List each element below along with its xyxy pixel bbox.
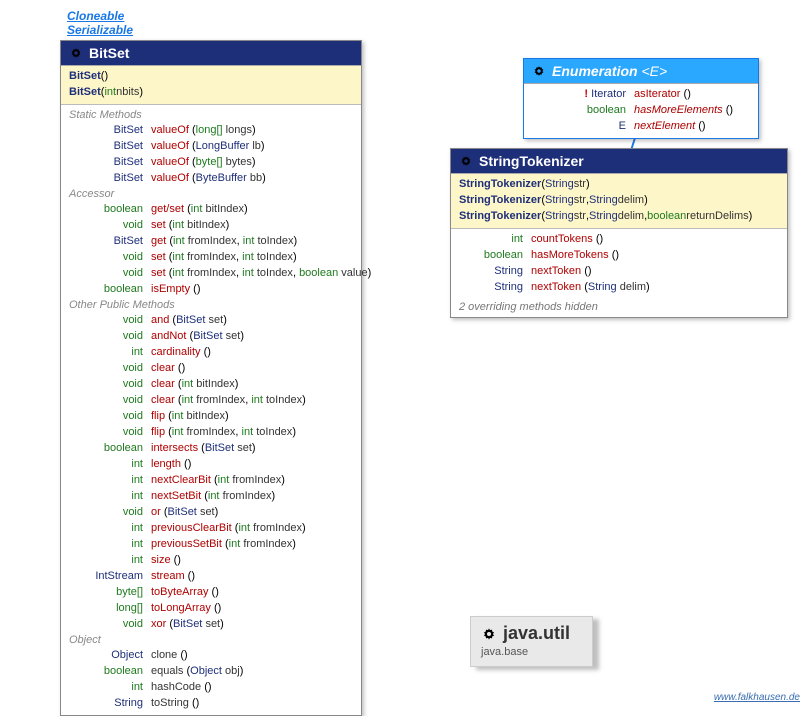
gear-icon [532,64,546,78]
method-row: int nextClearBit (int fromIndex) [61,472,361,488]
link-cloneable[interactable]: Cloneable [67,9,124,23]
constructor-row: StringTokenizer (String str, String deli… [459,192,779,208]
method-row: BitSet get (int fromIndex, int toIndex) [61,233,361,249]
class-header-tokenizer: StringTokenizer [451,149,787,174]
constructors-section: BitSet ()BitSet (int nbits) [61,66,361,105]
methods-section: Static Methods BitSet valueOf (long[] lo… [61,105,361,715]
section-accessor-label: Accessor [61,186,361,201]
method-row: BitSet valueOf (byte[] bytes) [61,154,361,170]
section-object-label: Object [61,632,361,647]
package-box: java.util java.base [470,616,593,667]
interface-title: Enumeration <E> [552,63,667,79]
section-other-label: Other Public Methods [61,297,361,312]
class-stringtokenizer: StringTokenizer StringTokenizer (String … [450,148,788,318]
method-row: void flip (int fromIndex, int toIndex) [61,424,361,440]
constructor-row: StringTokenizer (String str) [459,176,779,192]
method-row: String nextToken () [451,263,787,279]
method-row: void and (BitSet set) [61,312,361,328]
tokenizer-constructors: StringTokenizer (String str)StringTokeni… [451,174,787,229]
method-row: int cardinality () [61,344,361,360]
method-row: boolean hasMoreElements () [524,102,758,118]
method-row: int size () [61,552,361,568]
method-row: void clear (int bitIndex) [61,376,361,392]
method-row: Object clone () [61,647,361,663]
method-row: byte[] toByteArray () [61,584,361,600]
supertype-links: Cloneable Serializable [67,9,133,37]
method-row: String nextToken (String delim) [451,279,787,295]
method-row: void set (int bitIndex) [61,217,361,233]
gear-icon [459,154,473,168]
package-subtitle: java.base [481,646,570,658]
method-row: void or (BitSet set) [61,504,361,520]
method-row: int previousClearBit (int fromIndex) [61,520,361,536]
method-row: int countTokens () [451,231,787,247]
class-title: BitSet [89,45,129,61]
tokenizer-methods: int countTokens () boolean hasMoreTokens… [451,229,787,299]
method-row: IntStream stream () [61,568,361,584]
class-header-bitset: BitSet [61,41,361,66]
method-row: boolean equals (Object obj) [61,663,361,679]
method-row: void clear () [61,360,361,376]
constructor-row: StringTokenizer (String str, String deli… [459,208,779,224]
method-row: int hashCode () [61,679,361,695]
method-row: E nextElement () [524,118,758,134]
gear-icon [69,46,83,60]
class-bitset: BitSet BitSet ()BitSet (int nbits) Stati… [60,40,362,716]
class-title: StringTokenizer [479,153,584,169]
method-row: BitSet valueOf (ByteBuffer bb) [61,170,361,186]
method-row: int nextSetBit (int fromIndex) [61,488,361,504]
constructor-row: BitSet (int nbits) [69,84,353,100]
method-row: boolean intersects (BitSet set) [61,440,361,456]
method-row: BitSet valueOf (long[] longs) [61,122,361,138]
interface-header: Enumeration <E> [524,59,758,84]
interface-enumeration: Enumeration <E> ! Iterator asIterator ()… [523,58,759,139]
method-row: long[] toLongArray () [61,600,361,616]
method-row: void andNot (BitSet set) [61,328,361,344]
constructor-row: BitSet () [69,68,353,84]
package-title: java.util [503,623,570,644]
method-row: void set (int fromIndex, int toIndex) [61,249,361,265]
method-row: int previousSetBit (int fromIndex) [61,536,361,552]
method-row: void xor (BitSet set) [61,616,361,632]
method-row: boolean get/set (int bitIndex) [61,201,361,217]
method-row: ! Iterator asIterator () [524,86,758,102]
gear-icon [481,626,497,642]
method-row: boolean isEmpty () [61,281,361,297]
tokenizer-footer-note: 2 overriding methods hidden [451,299,787,317]
method-row: int length () [61,456,361,472]
footer-credit-link[interactable]: www.falkhausen.de [714,692,800,703]
enumeration-methods: ! Iterator asIterator () boolean hasMore… [524,84,758,138]
method-row: void flip (int bitIndex) [61,408,361,424]
method-row: void clear (int fromIndex, int toIndex) [61,392,361,408]
method-row: void set (int fromIndex, int toIndex, bo… [61,265,361,281]
section-static-label: Static Methods [61,107,361,122]
method-row: boolean hasMoreTokens () [451,247,787,263]
method-row: BitSet valueOf (LongBuffer lb) [61,138,361,154]
link-serializable[interactable]: Serializable [67,23,133,37]
